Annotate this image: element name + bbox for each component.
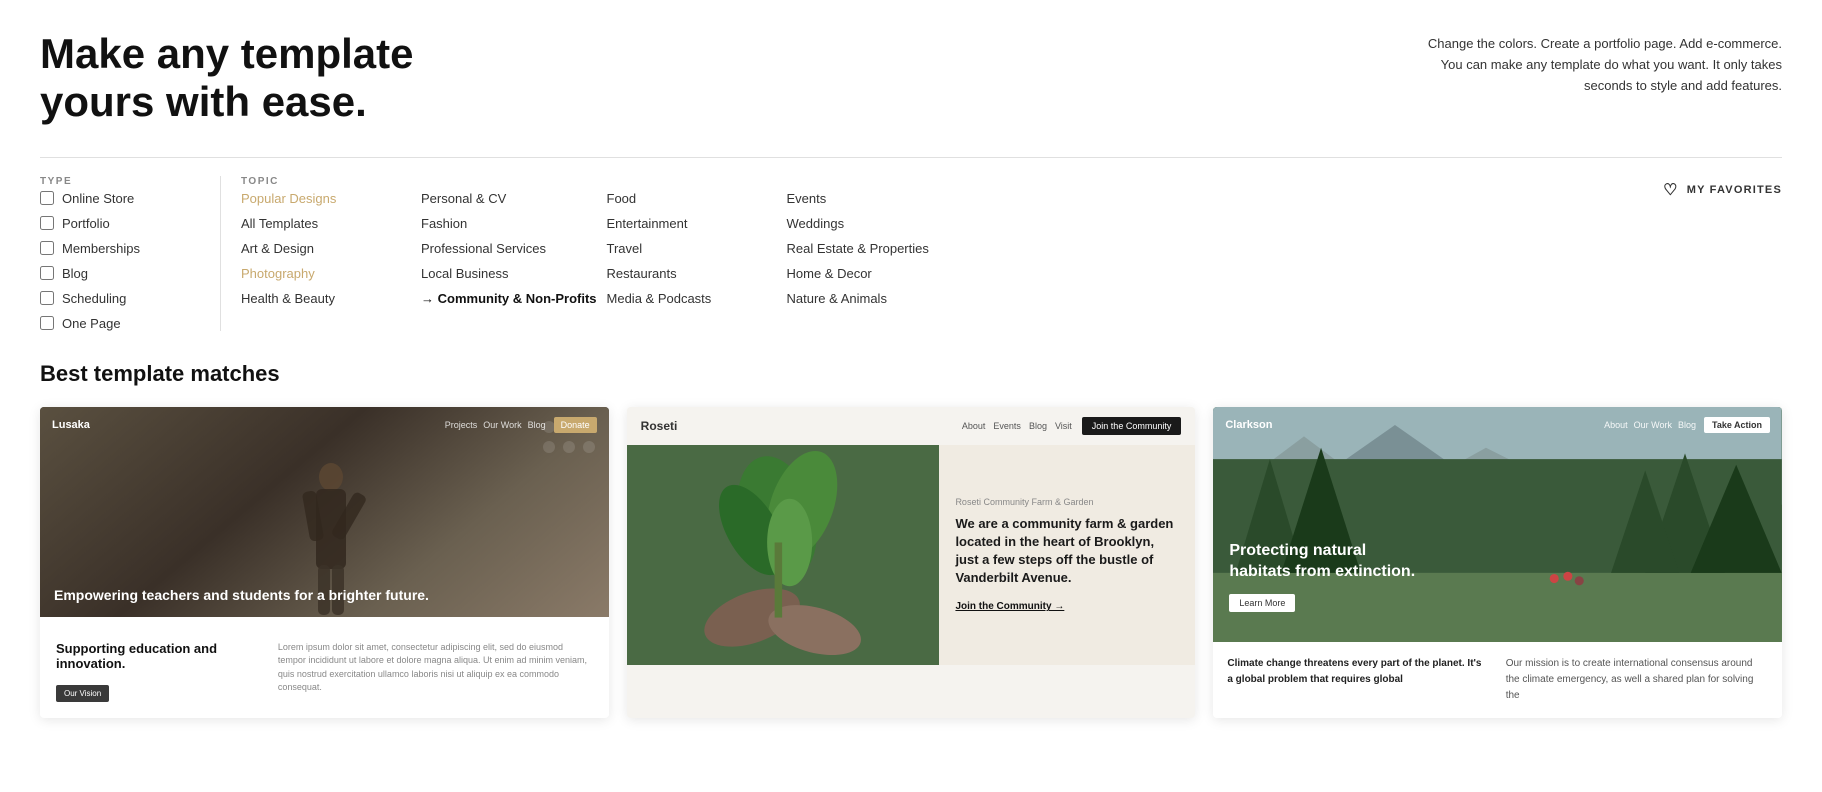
card-roseti-logo: Roseti [641, 419, 678, 433]
topic-media-podcasts[interactable]: Media & Podcasts [607, 291, 777, 306]
template-card-lusaka[interactable]: Lusaka Projects Our Work Blog Donate [40, 407, 609, 718]
card-lusaka-logo: Lusaka [52, 419, 90, 431]
topic-professional-services[interactable]: Professional Services [421, 241, 597, 256]
topic-food[interactable]: Food [607, 191, 777, 206]
card-clarkson-bottom: Climate change threatens every part of t… [1213, 642, 1782, 718]
topic-nature-animals[interactable]: Nature & Animals [787, 291, 957, 306]
checkbox-scheduling[interactable] [40, 291, 54, 305]
type-memberships[interactable]: Memberships [40, 241, 200, 256]
topic-art-design[interactable]: Art & Design [241, 241, 411, 256]
favorites-button[interactable]: ♡ MY FAVORITES [1663, 176, 1782, 200]
page-title: Make any template yours with ease. [40, 30, 414, 127]
type-blog[interactable]: Blog [40, 266, 200, 281]
type-topic-divider [220, 176, 221, 331]
checkbox-memberships[interactable] [40, 241, 54, 255]
type-label-online-store: Online Store [62, 191, 134, 206]
type-label-one-page: One Page [62, 316, 121, 331]
topic-weddings[interactable]: Weddings [787, 216, 957, 231]
filters-section: TYPE Online Store Portfolio Memberships [40, 157, 1782, 331]
card-lusaka-bottom-right: Lorem ipsum dolor sit amet, consectetur … [278, 641, 593, 702]
topic-col-4: Events Weddings Real Estate & Properties… [787, 191, 967, 306]
checkbox-one-page[interactable] [40, 316, 54, 330]
card-clarkson-logo: Clarkson [1225, 419, 1272, 431]
card-roseti-main-text: We are a community farm & garden located… [955, 515, 1179, 588]
topic-all-templates[interactable]: All Templates [241, 216, 411, 231]
topic-columns: Popular Designs All Templates Art & Desi… [241, 191, 1663, 306]
roseti-plant-image [627, 445, 940, 665]
type-filter-group: TYPE Online Store Portfolio Memberships [40, 176, 200, 331]
topic-home-decor[interactable]: Home & Decor [787, 266, 957, 281]
card-lusaka-bottom: Supporting education and innovation. Our… [40, 617, 609, 716]
card-clarkson-bottom-col1: Climate change threatens every part of t… [1227, 656, 1489, 704]
template-card-roseti[interactable]: Roseti About Events Blog Visit Join the … [627, 407, 1196, 718]
best-matches-section: Best template matches [40, 361, 1782, 718]
type-label: TYPE [40, 176, 200, 187]
card-clarkson-nav: Clarkson About Our Work Blog Take Action [1225, 417, 1770, 433]
card-clarkson-bottom-col2: Our mission is to create international c… [1506, 656, 1768, 704]
card-lusaka-bottom-left: Supporting education and innovation. Our… [56, 641, 266, 702]
topic-popular-designs[interactable]: Popular Designs [241, 191, 411, 206]
templates-grid: Lusaka Projects Our Work Blog Donate [40, 407, 1782, 718]
topic-col-2: Personal & CV Fashion Professional Servi… [421, 191, 607, 306]
type-label-blog: Blog [62, 266, 88, 281]
topic-health-beauty[interactable]: Health & Beauty [241, 291, 411, 306]
topic-personal-cv[interactable]: Personal & CV [421, 191, 597, 206]
topic-fashion[interactable]: Fashion [421, 216, 597, 231]
card-clarkson-overlay-text: Protecting natural habitats from extinct… [1229, 541, 1429, 583]
type-portfolio[interactable]: Portfolio [40, 216, 200, 231]
type-label-memberships: Memberships [62, 241, 140, 256]
header-description: Change the colors. Create a portfolio pa… [1428, 34, 1782, 96]
card-clarkson-action-btn[interactable]: Take Action [1704, 417, 1770, 433]
topic-filter-group: TOPIC Popular Designs All Templates Art … [241, 176, 1663, 306]
checkbox-portfolio[interactable] [40, 216, 54, 230]
checkbox-blog[interactable] [40, 266, 54, 280]
card-lusaka-nav: Lusaka Projects Our Work Blog Donate [52, 417, 597, 433]
topic-entertainment[interactable]: Entertainment [607, 216, 777, 231]
topic-col-3: Food Entertainment Travel Restaurants Me… [607, 191, 787, 306]
topic-local-business[interactable]: Local Business [421, 266, 597, 281]
type-one-page[interactable]: One Page [40, 316, 200, 331]
card-lusaka-vision-btn[interactable]: Our Vision [56, 685, 109, 702]
checkbox-online-store[interactable] [40, 191, 54, 205]
card-lusaka-nav-links: Projects Our Work Blog [445, 420, 546, 430]
card-clarkson-learn-btn[interactable]: Learn More [1229, 594, 1295, 612]
topic-events[interactable]: Events [787, 191, 957, 206]
topic-community-nonprofits[interactable]: Community & Non-Profits [421, 291, 597, 306]
type-online-store[interactable]: Online Store [40, 191, 200, 206]
type-label-scheduling: Scheduling [62, 291, 126, 306]
topic-label: TOPIC [241, 176, 1663, 187]
type-label-portfolio: Portfolio [62, 216, 110, 231]
card-lusaka-bottom-title: Supporting education and innovation. [56, 641, 266, 671]
topic-photography[interactable]: Photography [241, 266, 411, 281]
type-checkboxes: Online Store Portfolio Memberships Blog [40, 191, 200, 331]
topic-col-1: Popular Designs All Templates Art & Desi… [241, 191, 421, 306]
topic-travel[interactable]: Travel [607, 241, 777, 256]
heart-icon: ♡ [1663, 180, 1679, 200]
favorites-label: MY FAVORITES [1687, 184, 1782, 196]
type-scheduling[interactable]: Scheduling [40, 291, 200, 306]
card-roseti-cta-btn[interactable]: Join the Community [1082, 417, 1182, 435]
card-roseti-join-link[interactable]: Join the Community → [955, 601, 1179, 612]
template-card-clarkson[interactable]: Clarkson About Our Work Blog Take Action [1213, 407, 1782, 718]
card-roseti-header: Roseti About Events Blog Visit Join the … [627, 407, 1196, 445]
best-matches-title: Best template matches [40, 361, 1782, 387]
card-lusaka-overlay-text: Empowering teachers and students for a b… [54, 586, 595, 604]
card-roseti-sub: Roseti Community Farm & Garden [955, 497, 1179, 507]
topic-real-estate[interactable]: Real Estate & Properties [787, 241, 957, 256]
topic-restaurants[interactable]: Restaurants [607, 266, 777, 281]
card-lusaka-nav-cta[interactable]: Donate [554, 417, 597, 433]
